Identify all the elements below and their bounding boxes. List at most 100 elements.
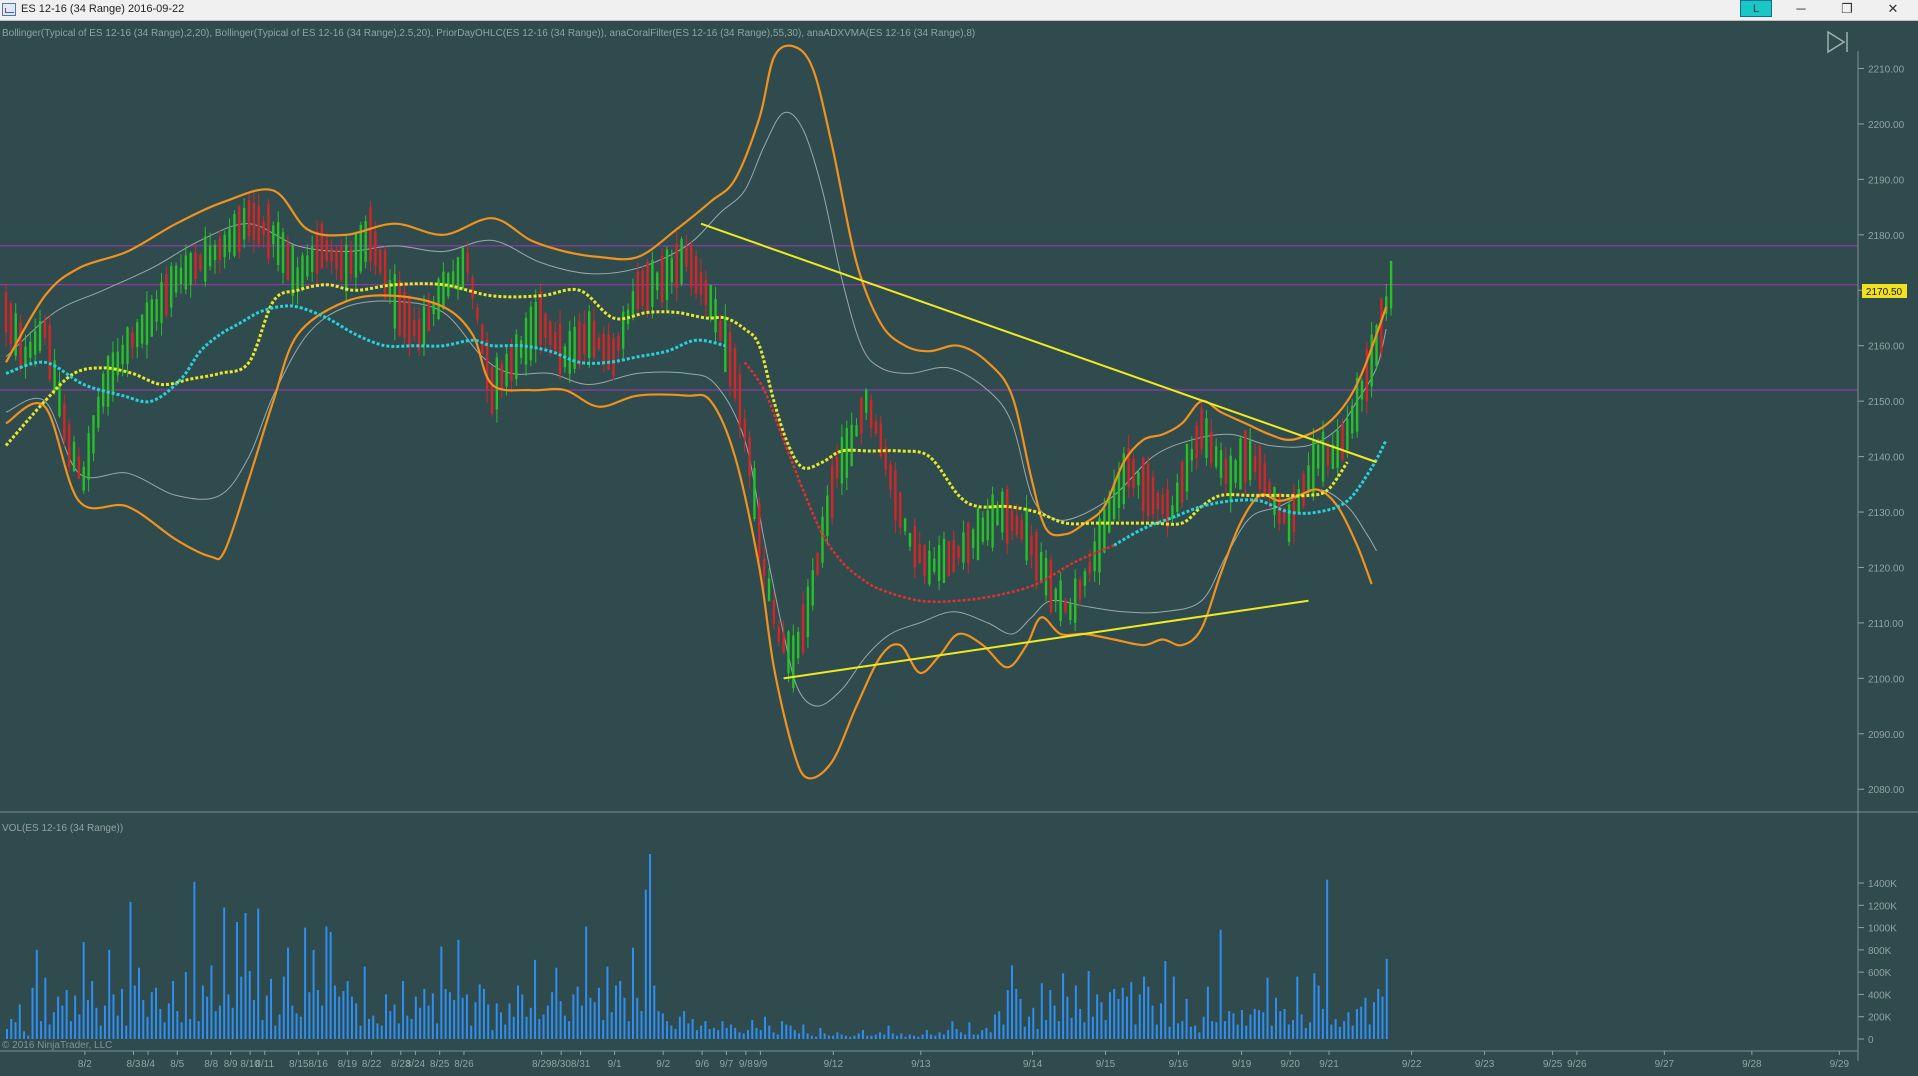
volume-bar [772,1032,775,1039]
price-tick-label: 2130.00 [1868,508,1905,519]
candle-body [1244,430,1247,483]
volume-bar [410,1018,413,1039]
x-tick-label: 9/13 [911,1059,931,1070]
candle-body [204,236,207,282]
candle-body [1088,561,1091,574]
candle [865,387,868,421]
volume-bar [900,1033,903,1039]
volume-bar [700,1025,703,1039]
volume-bar [214,1011,217,1039]
candle [262,216,265,248]
candle [58,371,61,418]
candle [77,447,81,479]
volume-bar [1032,1007,1035,1039]
volume-bar [142,1000,145,1039]
restore-button[interactable]: ❐ [1824,0,1870,20]
candle-body [801,604,805,653]
candle [204,226,207,287]
candle [393,264,396,341]
volume-bar [397,1023,400,1039]
candle [1010,505,1014,541]
candle [398,271,401,338]
candle [1078,576,1082,607]
candle [1161,487,1164,524]
close-button[interactable]: ✕ [1870,0,1916,20]
candle [1054,587,1057,613]
volume-bar [474,1002,477,1039]
candle-body [1064,600,1067,613]
volume-bar [917,1036,920,1039]
volume-bar [10,1018,13,1039]
volume-bar [201,985,204,1039]
candle-body [345,244,348,292]
candle [558,310,562,380]
candle-body [481,324,484,354]
volume-bar [576,986,579,1039]
volume-bar [291,1005,294,1039]
volume-bar [316,989,319,1039]
candle-body [335,249,338,269]
x-tick-label: 9/26 [1567,1059,1587,1070]
volume-bar [1360,1006,1363,1039]
x-tick-label: 8/15 [289,1059,309,1070]
volume-bar [1160,1003,1163,1039]
candle [714,286,717,344]
link-button[interactable]: L [1740,0,1772,17]
volume-bar [57,996,60,1039]
candle-body [490,366,494,414]
candle [150,295,153,337]
chart-canvas[interactable]: Bollinger(Typical of ES 12-16 (34 Range)… [0,21,1918,1076]
volume-bar [585,926,588,1039]
candle-body [553,331,557,351]
volume-bar [270,978,273,1039]
candle-body [247,199,251,237]
volume-bar [1321,1008,1324,1039]
volume-bar [776,1034,779,1039]
candle [296,257,299,305]
volume-bar [670,1025,673,1039]
skip-to-end-icon[interactable] [1827,30,1848,54]
candle-body [170,266,173,308]
candle-body [1054,588,1057,602]
candle [743,409,746,453]
volume-bar [287,947,290,1039]
candle-body [340,247,343,281]
candle [675,231,678,302]
minimize-button[interactable]: ─ [1778,0,1824,20]
candle-body [539,291,542,345]
volume-bar [802,1024,805,1039]
candle-body [1326,447,1330,466]
candle [267,198,270,264]
candle [1180,459,1184,508]
candle [218,230,222,274]
candle [160,272,163,336]
candle-body [1078,580,1082,600]
volume-bar [163,1022,166,1039]
candle [651,251,654,319]
volume-bar [138,967,141,1039]
volume-bar [389,1011,392,1039]
candle [782,620,785,655]
candle [19,314,22,373]
candle-body [971,529,975,548]
volume-bar [78,1014,81,1039]
candle-body [777,626,780,642]
candle-body [1176,482,1179,512]
candle-body [140,314,144,344]
volume-tick-label: 200K [1868,1013,1892,1024]
candle-body [675,243,678,288]
price-tick-label: 2090.00 [1868,730,1905,741]
candle [874,414,878,437]
volume-bar [925,1030,928,1039]
x-tick-label: 8/22 [362,1059,382,1070]
candle [568,320,571,384]
candle-body [136,322,139,348]
candle-body [485,339,489,391]
volume-bar [717,1030,720,1039]
volume-bar [461,997,464,1039]
candle-body [1287,504,1291,542]
candle-body [947,541,951,576]
candle-body [1248,440,1252,480]
volume-bar [1108,992,1111,1039]
candle [544,311,547,350]
